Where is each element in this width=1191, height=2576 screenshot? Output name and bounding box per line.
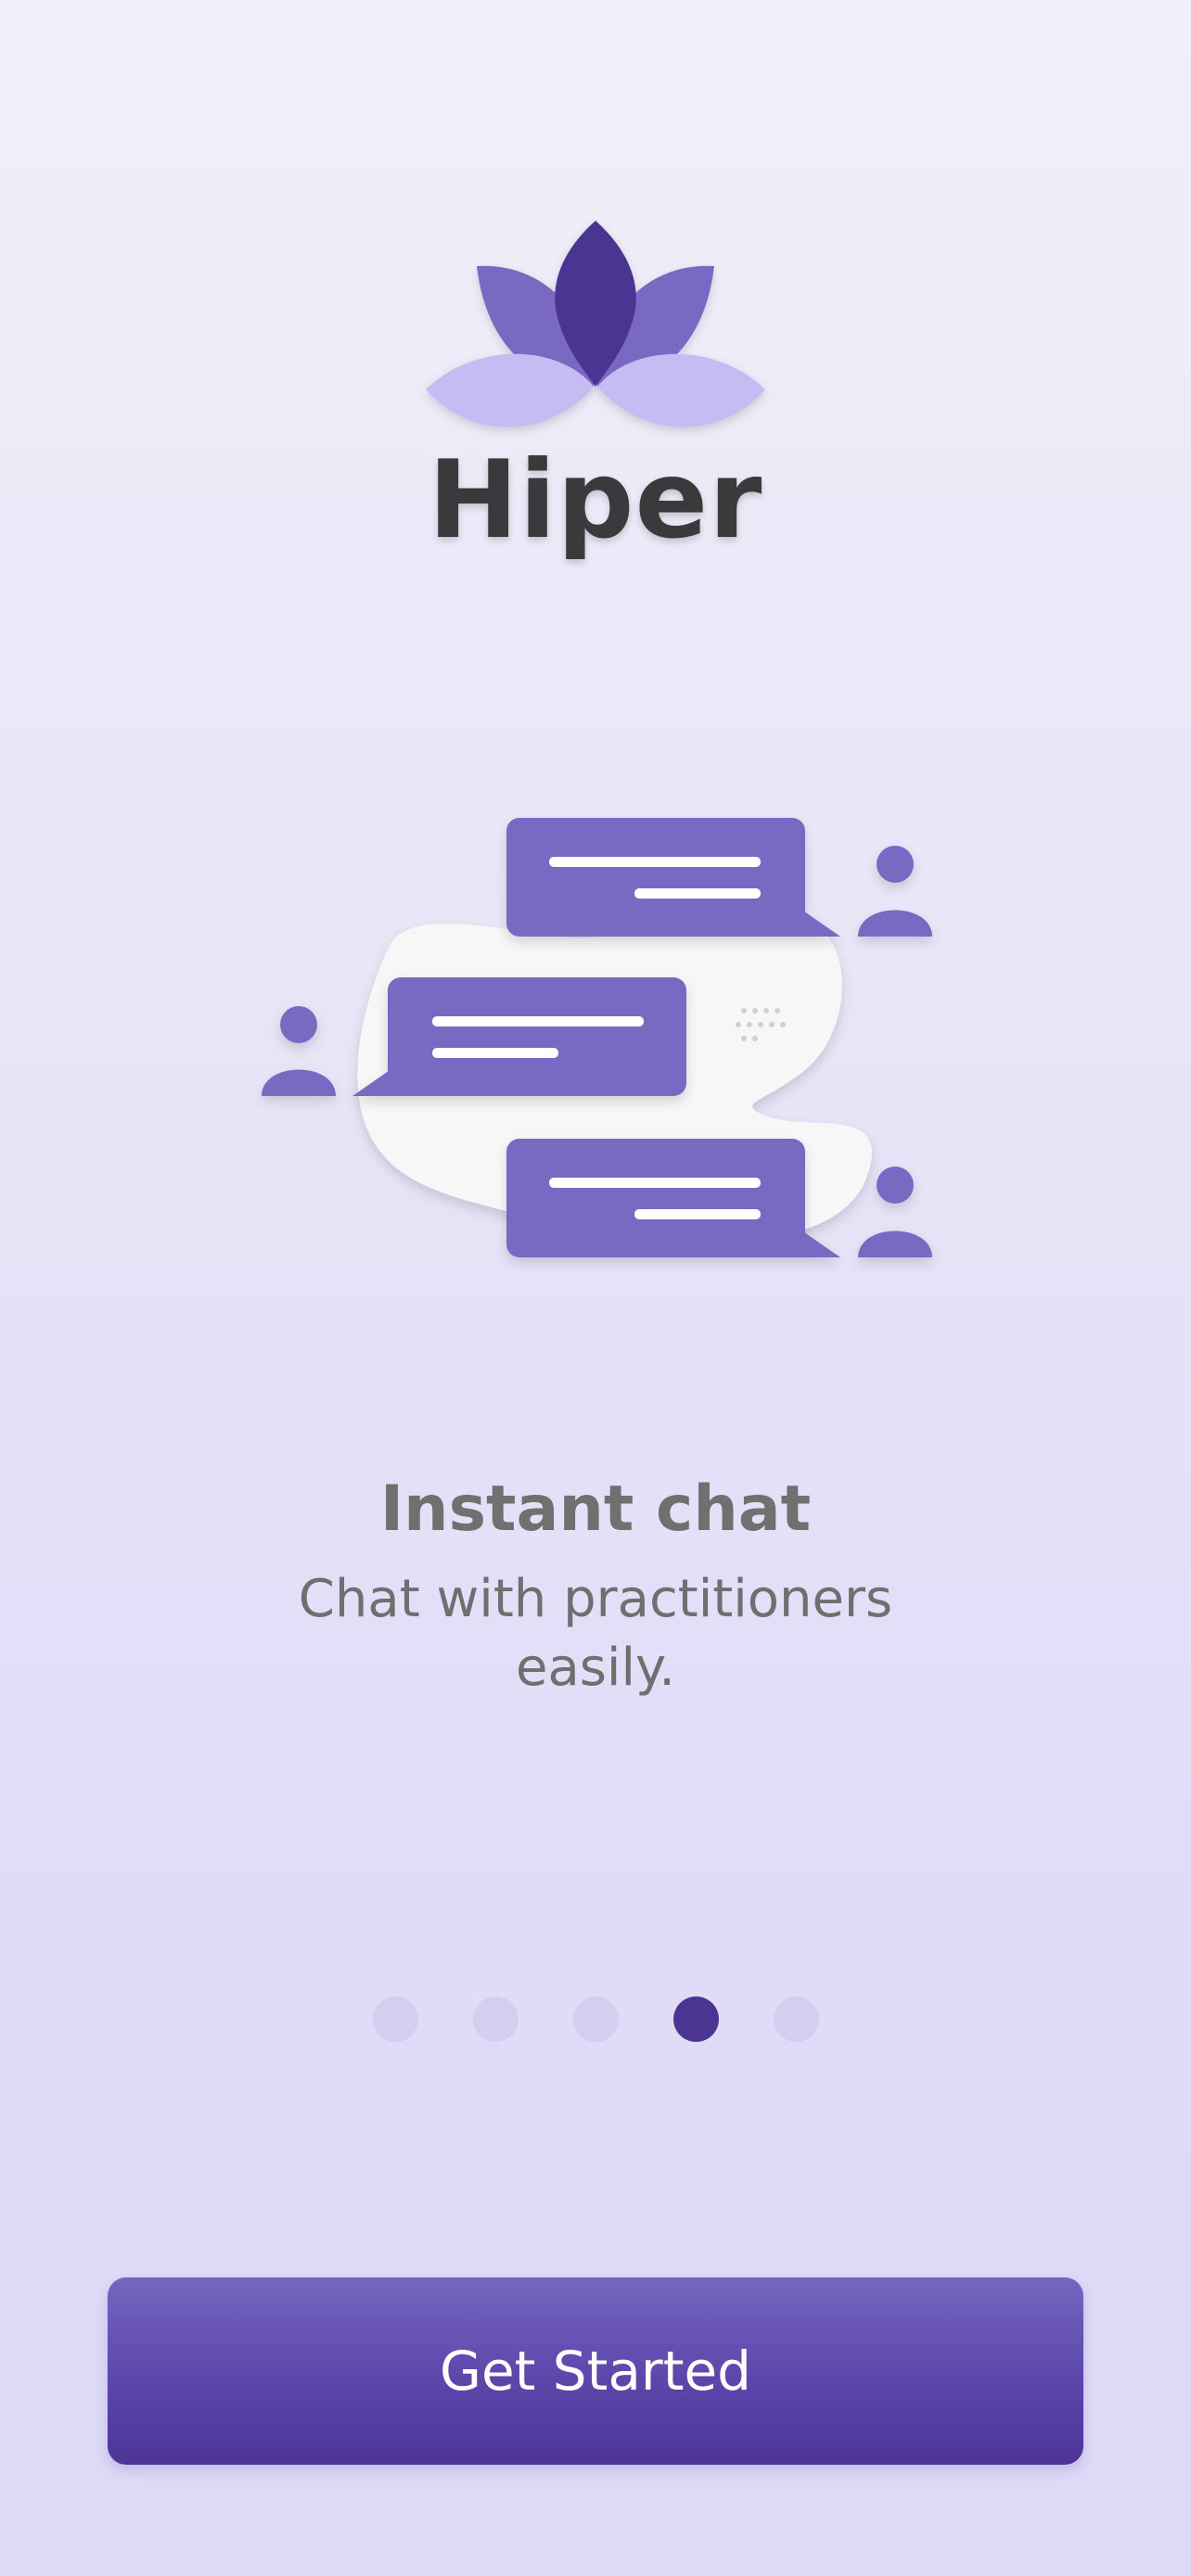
page-dot[interactable] xyxy=(472,1996,519,2042)
get-started-button[interactable]: Get Started xyxy=(108,2277,1083,2465)
page-dot[interactable] xyxy=(572,1996,619,2042)
page-indicator xyxy=(0,1996,1191,2042)
page-dot-active[interactable] xyxy=(672,1996,719,2042)
hiper-logo-icon xyxy=(421,215,770,438)
brand-wordmark: Hiper xyxy=(428,438,763,563)
page-dot[interactable] xyxy=(372,1996,418,2042)
onboarding-description: Chat with practitioners easily. xyxy=(298,1569,893,1698)
chat-illustration-icon xyxy=(250,797,946,1280)
onboarding-title: Instant chat xyxy=(379,1473,812,1546)
page-dot[interactable] xyxy=(773,1996,819,2042)
